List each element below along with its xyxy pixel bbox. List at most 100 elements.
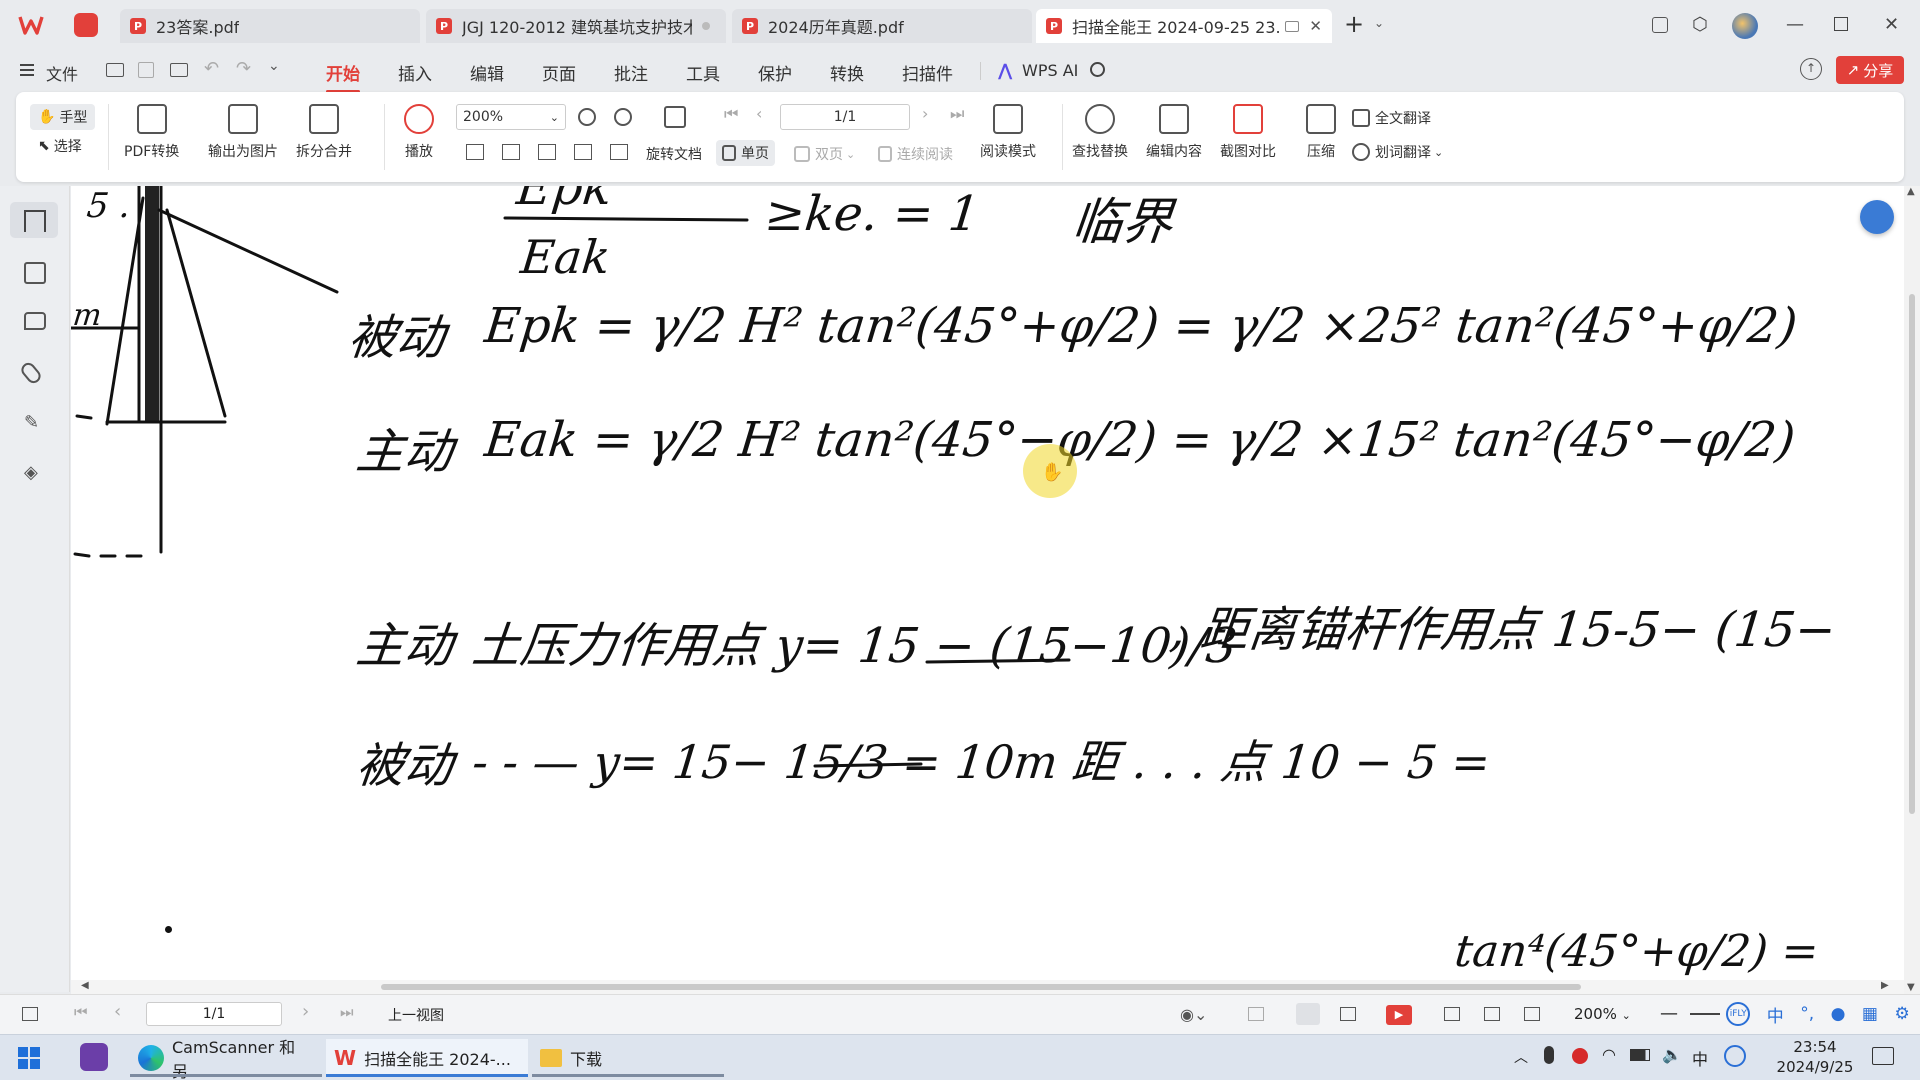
cloud-upload-icon[interactable]: ↑ xyxy=(1800,58,1822,80)
redo-icon[interactable]: ↷ xyxy=(236,58,251,79)
clock-date[interactable]: 2024/9/25 xyxy=(1770,1058,1860,1076)
close-window-icon[interactable]: ✕ xyxy=(1884,14,1899,35)
pinned-app-icon[interactable] xyxy=(80,1043,108,1071)
pdf-home-icon[interactable] xyxy=(74,13,98,37)
zoom-slider[interactable] xyxy=(1690,1013,1720,1015)
word-translate-button[interactable]: 划词翻译 ⌄ xyxy=(1352,142,1443,162)
undo-icon[interactable]: ↶ xyxy=(204,58,219,79)
wifi-icon[interactable]: ◠ xyxy=(1602,1045,1616,1064)
thumbnail-icon[interactable] xyxy=(24,262,46,284)
next-page-icon[interactable]: › xyxy=(922,104,928,123)
volume-icon[interactable]: 🔈 xyxy=(1662,1045,1682,1064)
menu-edit[interactable]: 编辑 xyxy=(470,60,504,85)
play-button[interactable]: 播放 xyxy=(404,104,434,161)
scroll-up-icon[interactable]: ▲ xyxy=(1907,186,1915,197)
read-mode-button[interactable]: 阅读模式 xyxy=(980,104,1036,161)
ime-floating-toolbar[interactable]: iFLY 中 °, ● ▦ ⚙ xyxy=(1718,999,1918,1029)
layers-icon[interactable]: ◈ xyxy=(24,462,46,484)
menu-wps-ai[interactable]: WPS AI xyxy=(1022,61,1078,80)
status-zoom-select[interactable]: 200% ⌄ xyxy=(1574,1005,1631,1023)
save-icon[interactable] xyxy=(138,62,154,78)
fit-width-status-icon[interactable] xyxy=(1524,1007,1540,1021)
close-tab-icon[interactable]: ✕ xyxy=(1309,17,1322,35)
last-page-icon[interactable]: ⏭ xyxy=(340,1003,354,1021)
last-page-icon[interactable]: ⏭ xyxy=(950,104,964,124)
menu-annotate[interactable]: 批注 xyxy=(614,60,648,85)
first-page-icon[interactable]: ⏮ xyxy=(74,1003,88,1021)
scroll-left-icon[interactable]: ◀ xyxy=(81,980,89,991)
floating-tool-button[interactable] xyxy=(1860,200,1894,234)
ime-punct-icon[interactable]: °, xyxy=(1800,1004,1814,1024)
record-icon[interactable] xyxy=(1572,1048,1588,1064)
double-page-status-icon[interactable] xyxy=(1340,1007,1356,1021)
tab-jgj-120[interactable]: P JGJ 120-2012 建筑基坑支护技术规 xyxy=(426,9,726,43)
horizontal-scrollbar-thumb[interactable] xyxy=(381,984,1581,990)
minimize-icon[interactable]: — xyxy=(1786,14,1804,35)
new-tab-icon[interactable]: + xyxy=(1344,10,1364,38)
scroll-down-icon[interactable]: ▼ xyxy=(1907,982,1915,993)
window-layout-icon[interactable] xyxy=(1652,17,1668,33)
prev-page-icon[interactable]: ‹ xyxy=(114,1001,121,1022)
notification-icon[interactable] xyxy=(1872,1047,1894,1065)
full-translate-button[interactable]: 全文翻译 xyxy=(1352,108,1431,128)
menu-protect[interactable]: 保护 xyxy=(758,60,792,85)
ime-indicator[interactable]: 中 xyxy=(1692,1046,1708,1070)
rotate-document-button[interactable]: 旋转文档 xyxy=(646,144,702,164)
comment-icon[interactable] xyxy=(24,312,46,330)
status-layout-icon[interactable] xyxy=(1248,1007,1264,1021)
rotate-icon[interactable] xyxy=(664,106,686,128)
search-icon[interactable] xyxy=(1090,62,1105,77)
zoom-in-icon[interactable] xyxy=(614,108,632,126)
signature-icon[interactable]: ✎ xyxy=(24,412,46,434)
eye-icon[interactable]: ◉⌄ xyxy=(1180,1005,1207,1024)
menu-file[interactable]: 文件 xyxy=(46,61,78,85)
first-page-icon[interactable]: ⏮ xyxy=(724,104,738,124)
ifly-icon[interactable]: iFLY xyxy=(1726,1002,1751,1026)
split-merge-button[interactable]: 拆分合并 xyxy=(296,104,352,161)
ime-lang-icon[interactable]: 中 xyxy=(1767,1002,1784,1027)
cube-icon[interactable]: ⬡ xyxy=(1692,14,1708,35)
prev-view-button[interactable]: 上一视图 xyxy=(388,1005,444,1025)
ifly-tray-icon[interactable] xyxy=(1724,1045,1746,1067)
menu-scan[interactable]: 扫描件 xyxy=(902,60,953,85)
monitor-icon[interactable] xyxy=(1285,20,1300,32)
ime-settings-icon[interactable]: ⚙ xyxy=(1894,1004,1909,1024)
menu-insert[interactable]: 插入 xyxy=(398,60,432,85)
scroll-right-icon[interactable]: ▶ xyxy=(1881,980,1889,991)
menu-tools[interactable]: 工具 xyxy=(686,60,720,85)
pdf-convert-button[interactable]: PDF转换 xyxy=(124,104,179,161)
zoom-select[interactable]: 200% ⌄ xyxy=(456,104,566,130)
zoom-out-status-icon[interactable]: — xyxy=(1660,1003,1678,1024)
taskbar-app-downloads[interactable]: 下载 xyxy=(532,1039,724,1077)
battery-icon[interactable] xyxy=(1630,1049,1650,1061)
windows-start-icon[interactable] xyxy=(18,1047,40,1069)
tab-camscanner[interactable]: P 扫描全能王 2024-09-25 23.4 ✕ xyxy=(1036,9,1332,43)
avatar[interactable] xyxy=(1732,13,1758,39)
status-page-input[interactable]: 1/1 xyxy=(146,1002,282,1026)
actual-size-icon[interactable] xyxy=(466,144,484,160)
tab-list-chevron-icon[interactable]: ⌄ xyxy=(1374,16,1384,30)
menu-convert[interactable]: 转换 xyxy=(830,60,864,85)
taskbar-app-wps[interactable]: W 扫描全能王 2024-... xyxy=(326,1039,528,1077)
export-image-button[interactable]: 输出为图片 xyxy=(208,104,278,161)
find-replace-button[interactable]: 查找替换 xyxy=(1072,104,1128,161)
vertical-scrollbar[interactable]: ▲ ▼ xyxy=(1904,186,1920,994)
tab-2024-exams[interactable]: P 2024历年真题.pdf xyxy=(732,9,1032,43)
play-status-icon[interactable]: ▶ xyxy=(1386,1005,1412,1025)
open-folder-icon[interactable] xyxy=(106,63,124,77)
read-mode-status-icon[interactable] xyxy=(1444,1007,1460,1021)
menu-home[interactable]: 开始 xyxy=(326,60,360,93)
tray-chevron-icon[interactable]: ︿ xyxy=(1514,1047,1528,1067)
clock-time[interactable]: 23:54 xyxy=(1770,1038,1860,1056)
sidebar-toggle-icon[interactable] xyxy=(22,1007,38,1021)
single-page-button[interactable]: 单页 xyxy=(716,140,775,166)
hand-tool-button[interactable]: ✋ 手型 xyxy=(30,104,96,130)
tab-23-answers[interactable]: P 23答案.pdf xyxy=(120,9,420,43)
next-page-icon[interactable]: › xyxy=(302,1001,309,1022)
menu-page[interactable]: 页面 xyxy=(542,60,576,85)
double-page-button[interactable]: 双页 ⌄ xyxy=(794,144,855,164)
ime-grid-icon[interactable]: ▦ xyxy=(1862,1004,1878,1024)
continuous-read-button[interactable]: 连续阅读 xyxy=(878,144,953,164)
select-tool-button[interactable]: ⬉ 选择 xyxy=(38,136,82,156)
edit-content-button[interactable]: 编辑内容 xyxy=(1146,104,1202,161)
